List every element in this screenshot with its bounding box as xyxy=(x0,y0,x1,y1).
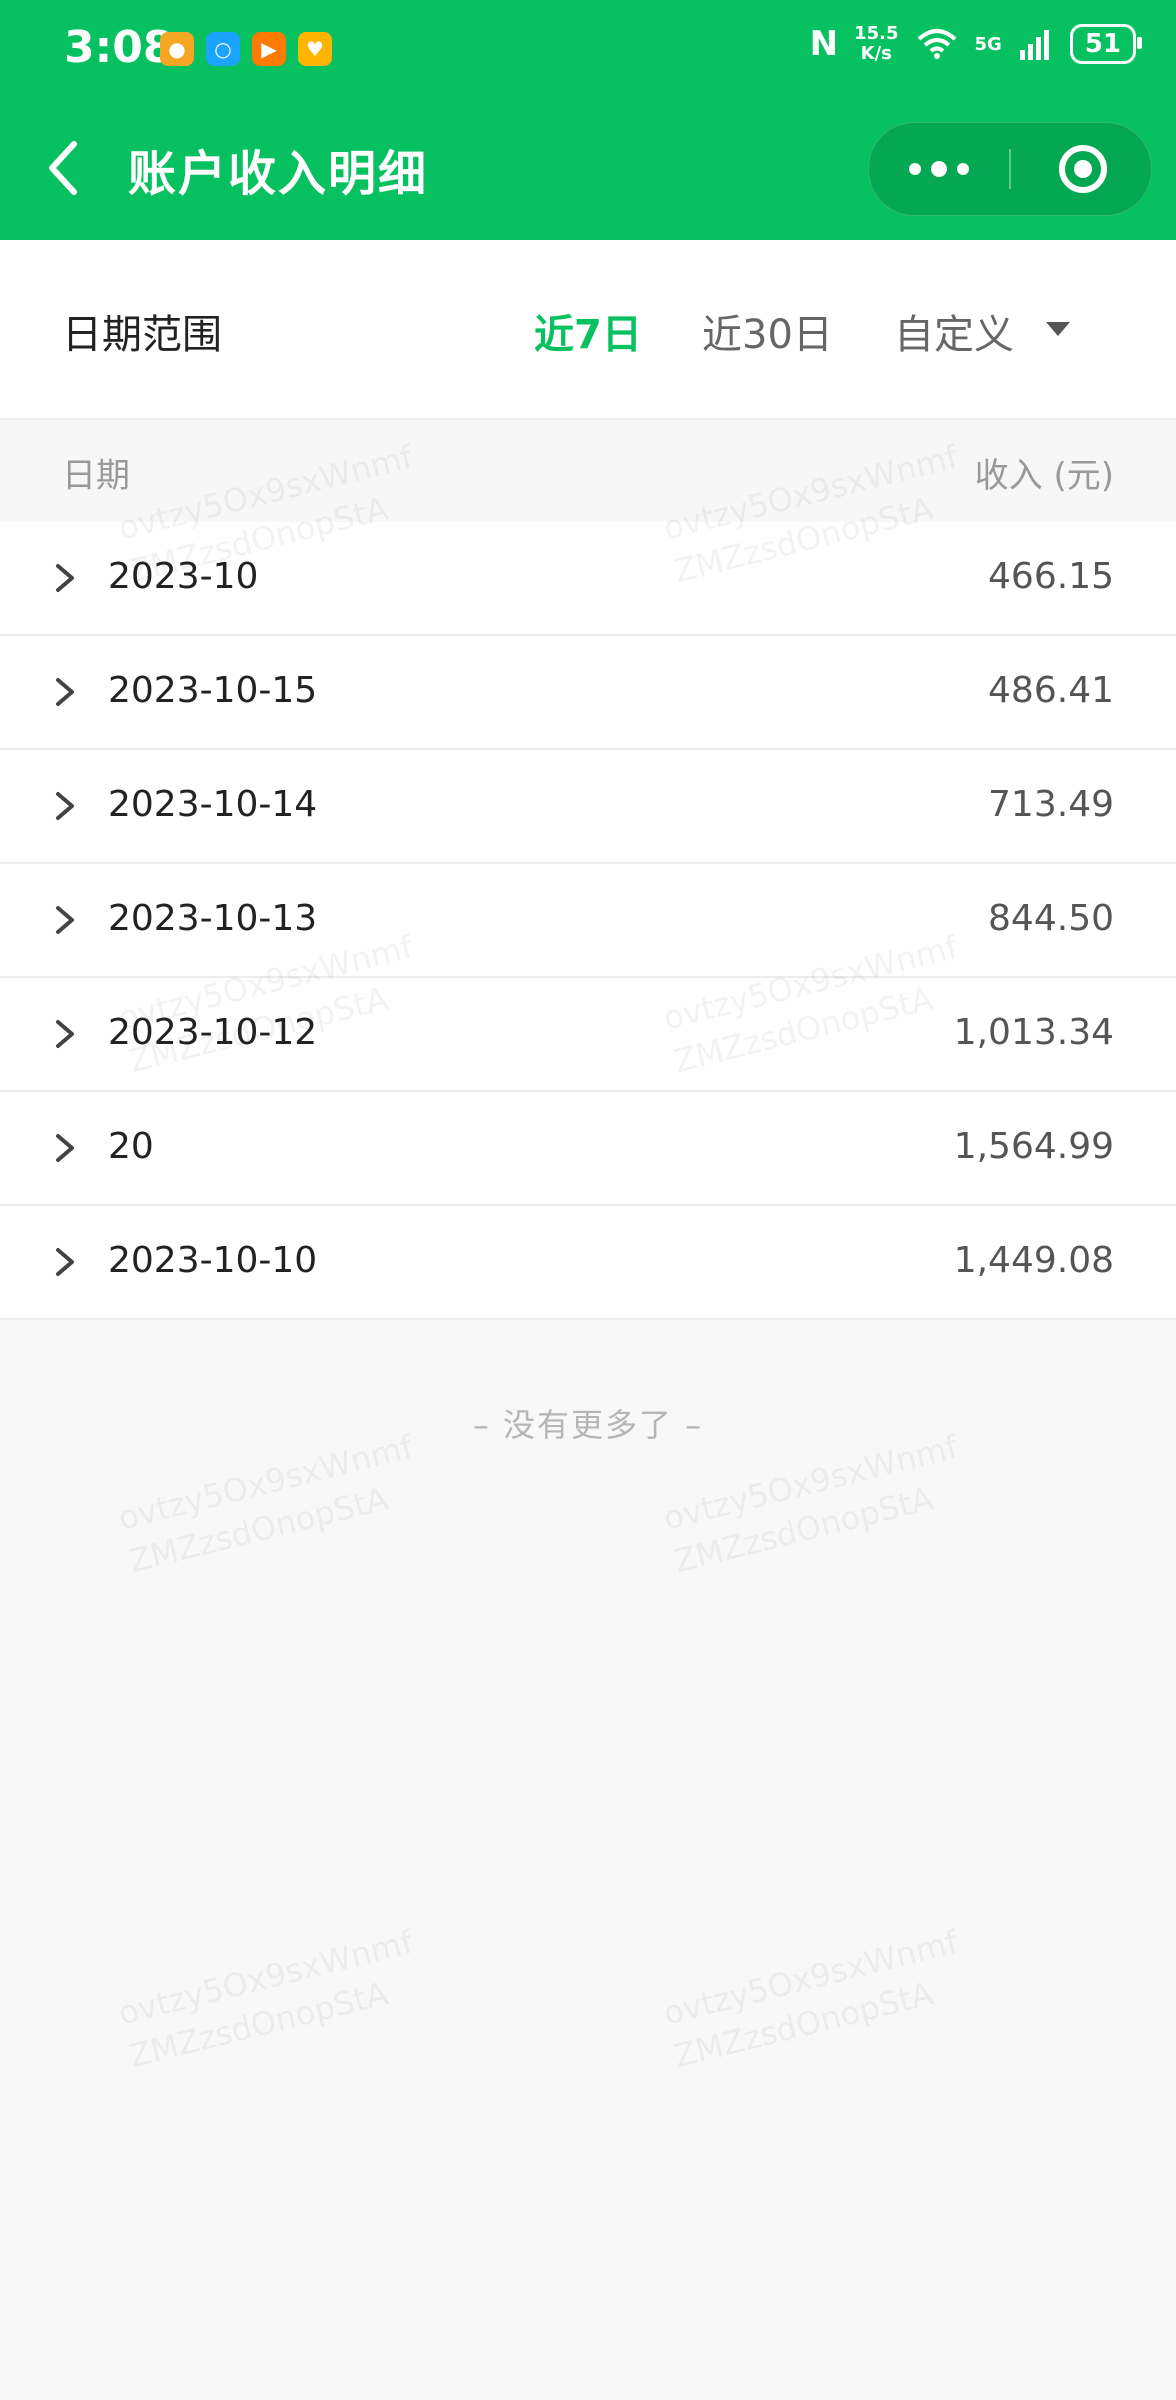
battery-level: 51 xyxy=(1084,29,1121,59)
row-amount: 844.50 xyxy=(988,898,1114,939)
battery-icon: 51 xyxy=(1069,24,1143,64)
app-notification-icon: ● xyxy=(160,32,194,66)
status-time: 3:08 xyxy=(64,22,174,73)
row-date: 2023-10-10 xyxy=(108,1240,318,1281)
row-date: 20 xyxy=(108,1126,154,1167)
chevron-right-icon xyxy=(56,1248,74,1276)
row-date: 2023-10-14 xyxy=(108,784,318,825)
row-amount: 466.15 xyxy=(988,556,1114,597)
row-amount: 486.41 xyxy=(988,670,1114,711)
chevron-right-icon xyxy=(56,1020,74,1048)
chevron-right-icon xyxy=(56,564,74,592)
caret-down-icon[interactable] xyxy=(1046,322,1070,336)
signal-icon xyxy=(1019,30,1049,60)
back-icon[interactable] xyxy=(38,138,88,198)
row-amount: 1,449.08 xyxy=(953,1240,1114,1281)
chevron-right-icon xyxy=(56,1134,74,1162)
chevron-right-icon xyxy=(56,792,74,820)
status-right: N 15.5 K/s 5G 51 xyxy=(809,24,1143,64)
column-date: 日期 xyxy=(62,456,130,496)
more-dot-icon xyxy=(957,163,969,175)
capsule-divider xyxy=(1009,149,1011,189)
filter-last-30-days[interactable]: 近30日 xyxy=(702,302,833,360)
table-row[interactable]: 2023-10-15 486.41 xyxy=(0,636,1176,750)
wifi-icon xyxy=(917,29,956,59)
more-dot-icon xyxy=(909,163,921,175)
watermark: ovtzy5Ox9sxWnmf ZMZzsdOnopStA xyxy=(659,1425,973,1583)
watermark: ovtzy5Ox9sxWnmf ZMZzsdOnopStA xyxy=(114,1425,428,1583)
page-title: 账户收入明细 xyxy=(128,146,429,202)
row-amount: 1,564.99 xyxy=(953,1126,1114,1167)
table-row[interactable]: 2023-10-13 844.50 xyxy=(0,864,1176,978)
speed-unit: K/s xyxy=(860,43,892,64)
more-dot-icon xyxy=(931,161,947,177)
close-mini-program-icon[interactable] xyxy=(1059,145,1107,193)
more-button[interactable] xyxy=(869,123,1009,215)
table-row[interactable]: 2023-10-10 1,449.08 xyxy=(0,1206,1176,1320)
network-type: 5G xyxy=(974,33,1002,55)
search-app-icon: ○ xyxy=(206,32,240,66)
watermark: ovtzy5Ox9sxWnmf ZMZzsdOnopStA xyxy=(114,1920,428,2078)
row-date: 2023-10-13 xyxy=(108,898,318,939)
row-date: 2023-10-15 xyxy=(108,670,318,711)
network-speed: 15.5 K/s xyxy=(854,24,898,64)
heart-app-icon: ♥ xyxy=(298,32,332,66)
mini-program-capsule xyxy=(868,122,1152,216)
row-amount: 713.49 xyxy=(988,784,1114,825)
table-row[interactable]: 2023-10-14 713.49 xyxy=(0,750,1176,864)
nfc-icon: N xyxy=(809,24,839,64)
speed-value: 15.5 xyxy=(854,23,899,44)
watermark: ovtzy5Ox9sxWnmf ZMZzsdOnopStA xyxy=(659,1920,973,2078)
filter-custom[interactable]: 自定义 xyxy=(894,302,1014,360)
status-app-icons: ● ○ ▶ ♥ xyxy=(160,32,332,66)
no-more-indicator: – 没有更多了 – xyxy=(472,1406,704,1444)
income-list: 2023-10 466.15 2023-10-15 486.41 2023-10… xyxy=(0,522,1176,1320)
date-range-filter: 日期范围 近7日 近30日 自定义 xyxy=(0,240,1176,420)
chevron-right-icon xyxy=(56,906,74,934)
filter-last-7-days[interactable]: 近7日 xyxy=(534,302,642,360)
column-income: 收入 (元) xyxy=(974,456,1114,496)
chevron-right-icon xyxy=(56,678,74,706)
app-header: 3:08 ● ○ ▶ ♥ N 15.5 K/s 5G 51 账户收入明细 xyxy=(0,0,1176,240)
row-amount: 1,013.34 xyxy=(953,1012,1114,1053)
video-app-icon: ▶ xyxy=(252,32,286,66)
date-range-label: 日期范围 xyxy=(62,312,222,358)
table-row[interactable]: 20 1,564.99 xyxy=(0,1092,1176,1206)
